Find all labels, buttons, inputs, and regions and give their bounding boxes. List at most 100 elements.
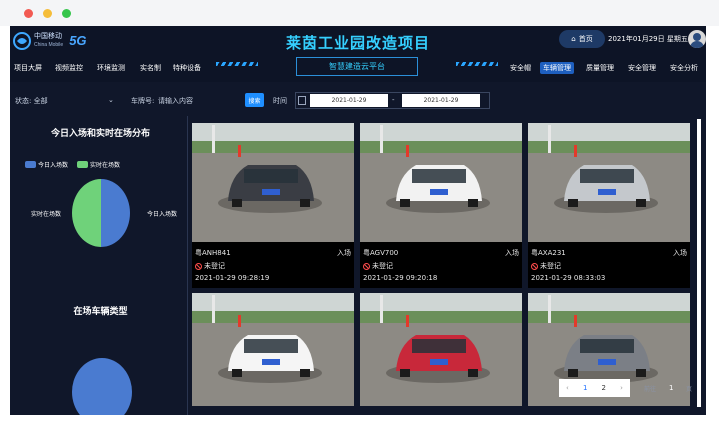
goto-suffix: 页 (686, 386, 693, 393)
prev-page-button[interactable]: ‹ (566, 384, 569, 392)
chart2-title: 在场车辆类型 (73, 307, 128, 317)
nav-item-real-name[interactable]: 实名制 (140, 63, 161, 73)
registration-status: 未登记 (195, 261, 225, 271)
vehicle-photo[interactable] (528, 123, 690, 242)
home-icon: ⌂ (571, 35, 576, 43)
vehicle-photo[interactable] (360, 293, 522, 406)
calendar-icon (298, 96, 306, 105)
entry-time: 2021-01-29 08:33:03 (531, 274, 606, 282)
registration-status-label: 未登记 (540, 262, 561, 270)
page-button-2[interactable]: 2 (602, 384, 606, 392)
maximize-window-button[interactable] (62, 9, 71, 18)
unregistered-icon (363, 262, 370, 270)
legend-swatch-blue (25, 161, 36, 168)
registration-status: 未登记 (531, 261, 561, 271)
unregistered-icon (531, 262, 538, 270)
pie-slice-today-entry[interactable] (101, 179, 130, 247)
china-mobile-logo: 中国移动 China Mobile 5G (13, 29, 105, 52)
nav-item-safety[interactable]: 安全管理 (628, 63, 656, 73)
vehicle-photo[interactable] (192, 123, 354, 242)
status-select[interactable]: 状态: 全部 (15, 96, 48, 106)
browser-window: 中国移动 China Mobile 5G 莱茵工业园改造项目 ⌂ 首页 2021… (0, 0, 719, 429)
china-mobile-icon (13, 31, 31, 50)
goto-label: 前往 (644, 386, 657, 393)
vehicle-card[interactable] (192, 293, 354, 406)
goto-page-input[interactable]: 1 (669, 384, 673, 392)
nav-item-special-equipment[interactable]: 特种设备 (173, 63, 201, 73)
vehicle-card[interactable]: 粤AGV700 入场未登记 2021-01-29 09:20:18 (360, 123, 522, 288)
app-dashboard: 中国移动 China Mobile 5G 莱茵工业园改造项目 ⌂ 首页 2021… (10, 26, 706, 415)
nav-item-helmet[interactable]: 安全帽 (510, 63, 531, 73)
entry-status: 入场 (337, 249, 351, 257)
pie-chart-entry-distribution (72, 179, 130, 247)
plate-number: 粤AGV700 (363, 249, 399, 257)
entry-time: 2021-01-29 09:20:18 (363, 274, 438, 282)
decor-stripe-left (216, 62, 258, 66)
time-label: 时间 (273, 97, 287, 105)
vehicle-info: 粤AXA231 入场未登记 2021-01-29 08:33:03 (528, 243, 690, 288)
vehicle-info: 粤AGV700 入场未登记 2021-01-29 09:20:18 (360, 243, 522, 288)
pie-label-today-entry: 今日入场数 (147, 211, 178, 218)
vehicle-card[interactable] (360, 293, 522, 406)
legend-item-on-site: 实时在场数 (77, 160, 120, 169)
page-title: 莱茵工业园改造项目 (285, 34, 430, 52)
vehicle-photo[interactable] (192, 293, 354, 406)
vehicle-info: 粤ANH841 入场未登记 2021-01-29 09:28:19 (192, 243, 354, 288)
legend-item-today-entry: 今日入场数 (25, 160, 68, 169)
nav-item-video-monitor[interactable]: 视频监控 (55, 63, 83, 73)
plate-label: 车牌号: (131, 97, 155, 105)
registration-status: 未登记 (363, 261, 393, 271)
entry-time: 2021-01-29 09:28:19 (195, 274, 270, 282)
vehicle-card[interactable]: 粤ANH841 入场未登记 2021-01-29 09:28:19 (192, 123, 354, 288)
logo-text-en: China Mobile (34, 41, 64, 48)
date-separator: - (392, 96, 395, 104)
date-from-input[interactable]: 2021-01-29 (310, 94, 388, 107)
chart1-title: 今日入场和实时在场分布 (50, 129, 150, 139)
user-avatar[interactable] (688, 30, 706, 48)
plate-number: 粤AXA231 (531, 249, 566, 257)
registration-status-label: 未登记 (372, 262, 393, 270)
search-button[interactable]: 搜索 (245, 93, 264, 107)
window-titlebar (0, 0, 719, 26)
date-range-picker[interactable]: 2021-01-29 - 2021-01-29 (295, 92, 490, 109)
top-bar: 中国移动 China Mobile 5G 莱茵工业园改造项目 ⌂ 首页 2021… (10, 26, 706, 82)
legend-swatch-green (77, 161, 88, 168)
close-window-button[interactable] (24, 9, 33, 18)
date-to-input[interactable]: 2021-01-29 (402, 94, 480, 107)
nav-item-quality[interactable]: 质量管理 (586, 63, 614, 73)
logo-5g: 5G (69, 33, 87, 48)
chevron-down-icon[interactable]: ⌄ (108, 96, 114, 104)
current-datetime: 2021年01月29日 星期五 (608, 35, 688, 43)
vehicle-photo[interactable] (360, 123, 522, 242)
unregistered-icon (195, 262, 202, 270)
vehicle-card-grid: 粤ANH841 入场未登记 2021-01-29 09:28:19 粤AGV700 入场… (192, 123, 695, 406)
minimize-window-button[interactable] (43, 9, 52, 18)
plate-input[interactable]: 请输入内容 (158, 96, 193, 106)
plate-number: 粤ANH841 (195, 249, 231, 257)
logo-text-cn: 中国移动 (34, 32, 62, 40)
registration-status-label: 未登记 (204, 262, 225, 270)
pie-chart-vehicle-type (72, 358, 132, 415)
nav-item-project-screen[interactable]: 项目大屏 (14, 63, 42, 73)
pie-label-on-site: 实时在场数 (31, 211, 62, 218)
statistics-panel: 今日入场和实时在场分布 今日入场数 实时在场数 实时在场数 今日入场数 在场车辆… (13, 116, 188, 415)
next-page-button[interactable]: › (620, 384, 623, 392)
filter-bar: 状态: 全部 ⌄ 车牌号: 请输入内容 搜索 时间 2021-01-29 - 2… (10, 88, 706, 114)
pie-slice-vehicle-type[interactable] (72, 358, 132, 415)
home-button[interactable]: ⌂ 首页 (559, 30, 605, 48)
legend-label: 实时在场数 (90, 162, 121, 169)
home-button-label: 首页 (578, 35, 593, 43)
entry-status: 入场 (673, 249, 687, 257)
legend-label: 今日入场数 (38, 162, 69, 169)
pagination: ‹ 1 2 › (559, 379, 630, 397)
vehicle-card[interactable]: 粤AXA231 入场未登记 2021-01-29 08:33:03 (528, 123, 690, 288)
entry-status: 入场 (505, 249, 519, 257)
pie-slice-on-site[interactable] (72, 179, 101, 247)
platform-subtitle: 智慧建造云平台 (296, 57, 418, 76)
nav-item-safety-analysis[interactable]: 安全分析 (670, 63, 698, 73)
decor-stripe-right (456, 62, 498, 66)
page-button-1[interactable]: 1 (583, 384, 587, 392)
nav-item-vehicle-management[interactable]: 车辆管理 (540, 62, 574, 74)
nav-item-env-monitor[interactable]: 环境监测 (97, 63, 125, 73)
vertical-scrollbar[interactable] (697, 119, 701, 407)
